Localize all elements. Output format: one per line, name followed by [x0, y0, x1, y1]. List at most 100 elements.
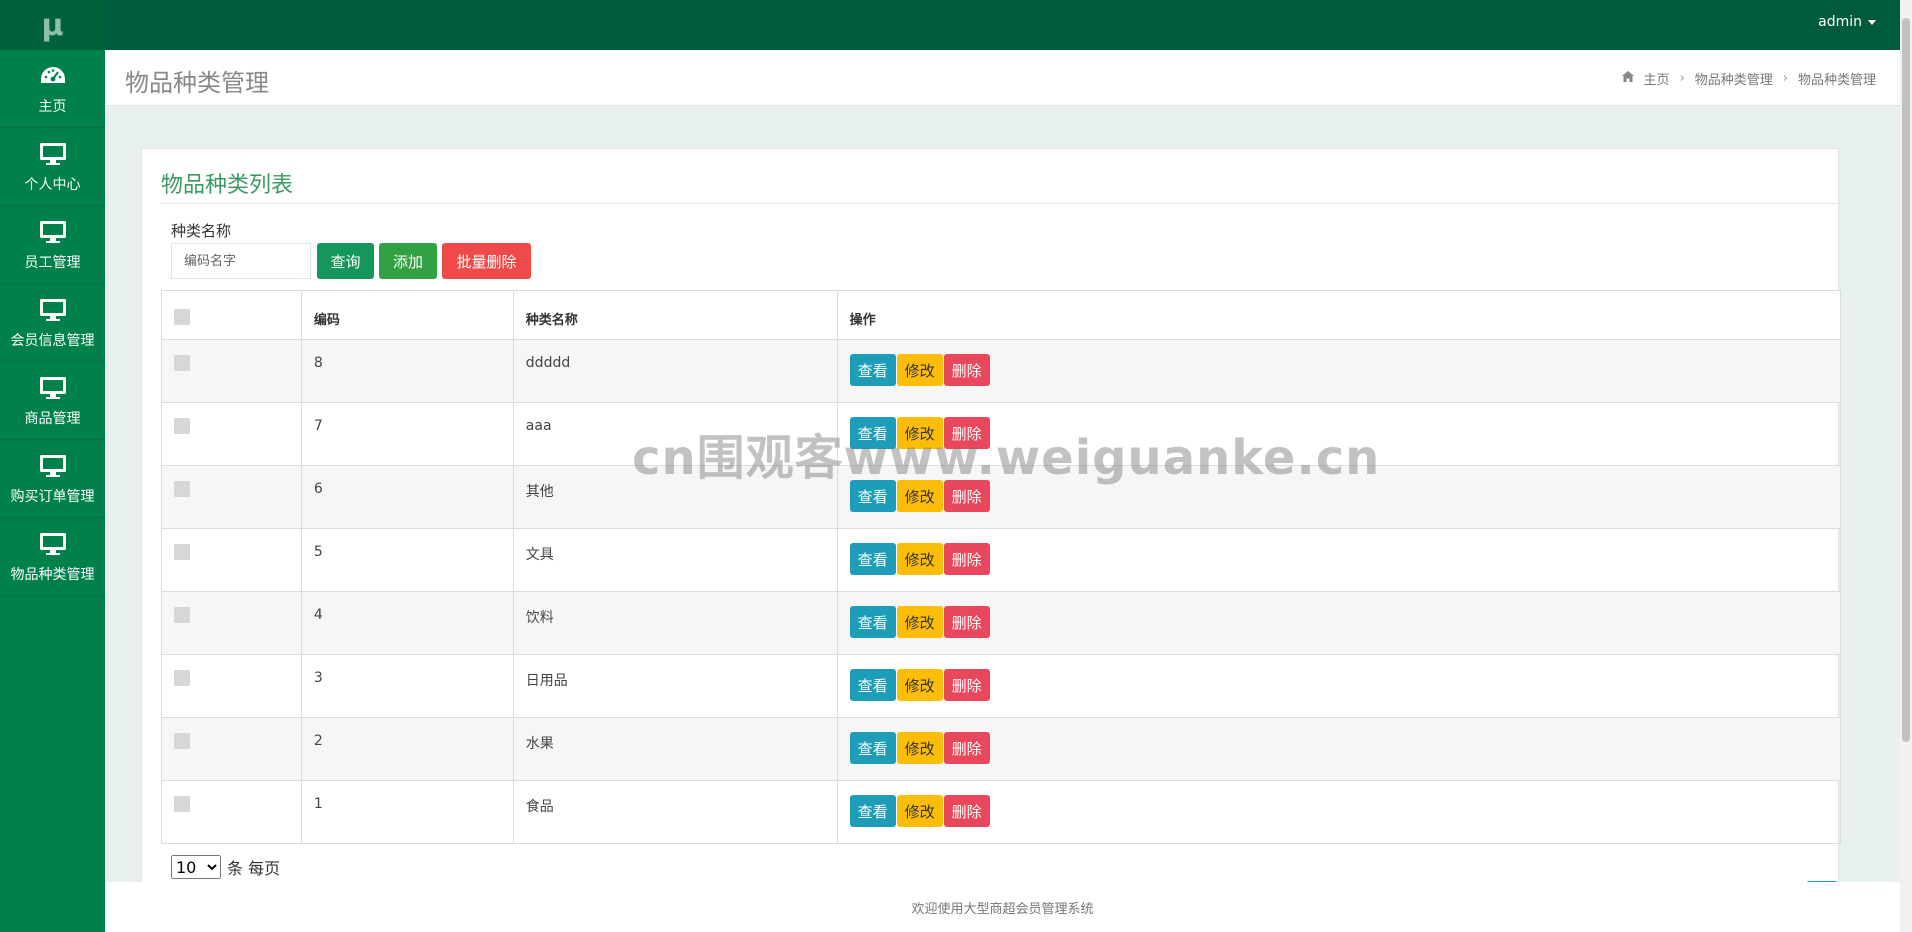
edit-button[interactable]: 修改 — [896, 354, 943, 386]
row-checkbox[interactable] — [174, 733, 190, 749]
page-size-suffix: 条 每页 — [227, 859, 281, 878]
sidebar-item-2[interactable]: 个人中心 — [0, 128, 105, 206]
sidebar-item-6[interactable]: 购买订单管理 — [0, 440, 105, 518]
delete-button[interactable]: 删除 — [943, 795, 990, 827]
monitor-icon — [37, 296, 69, 324]
sidebar-item-4[interactable]: 会员信息管理 — [0, 284, 105, 362]
row-select-cell — [161, 339, 302, 403]
chevron-right-icon: › — [1782, 71, 1788, 86]
breadcrumb-home[interactable]: 主页 — [1644, 69, 1670, 88]
edit-button[interactable]: 修改 — [896, 732, 943, 764]
row-checkbox[interactable] — [174, 796, 190, 812]
batch-delete-button[interactable]: 批量删除 — [442, 243, 531, 279]
sidebar-item-label: 个人中心 — [24, 176, 81, 193]
view-button[interactable]: 查看 — [849, 606, 896, 638]
edit-button[interactable]: 修改 — [896, 480, 943, 512]
cell-code: 3 — [300, 654, 514, 718]
monitor-icon — [37, 140, 69, 168]
header-name: 种类名称 — [512, 290, 838, 340]
monitor-icon — [37, 374, 69, 402]
sidebar-item-3[interactable]: 员工管理 — [0, 206, 105, 284]
category-name-input[interactable] — [171, 243, 311, 279]
sidebar-item-label: 主页 — [38, 98, 67, 115]
cell-code: 7 — [300, 402, 514, 466]
row-checkbox[interactable] — [174, 544, 190, 560]
cell-actions: 查看 修改 删除 — [836, 465, 1842, 529]
header-actions: 操作 — [836, 290, 1842, 340]
view-button[interactable]: 查看 — [849, 669, 896, 701]
cell-code: 4 — [300, 591, 514, 655]
table-row: 2 水果 查看 修改 删除 — [161, 717, 1842, 781]
sidebar: μ 主页个人中心员工管理会员信息管理 商品管理购买订单管理 物品种类管理 — [0, 0, 105, 932]
view-button[interactable]: 查看 — [849, 417, 896, 449]
table-row: 8 ddddd 查看 修改 删除 — [161, 339, 1842, 403]
cell-name: 食品 — [512, 780, 838, 844]
sidebar-item-1[interactable]: 主页 — [0, 50, 105, 128]
list-card: 物品种类列表 种类名称 查询 添加 批量删除 编码 种类名称 操作 8ddddd… — [141, 148, 1842, 891]
sidebar-item-5[interactable]: 商品管理 — [0, 362, 105, 440]
sidebar-item-label: 员工管理 — [24, 254, 81, 271]
cell-actions: 查看 修改 删除 — [836, 402, 1842, 466]
home-icon — [1621, 71, 1634, 86]
query-button[interactable]: 查询 — [317, 243, 374, 279]
edit-button[interactable]: 修改 — [896, 417, 943, 449]
filter-label: 种类名称 — [171, 222, 232, 240]
edit-button[interactable]: 修改 — [896, 795, 943, 827]
page-size-select[interactable]: 10 — [171, 855, 221, 879]
row-checkbox[interactable] — [174, 355, 190, 371]
table-row: 3 日用品 查看 修改 删除 — [161, 654, 1842, 718]
row-select-cell — [161, 402, 302, 466]
delete-button[interactable]: 删除 — [943, 606, 990, 638]
cell-name: ddddd — [512, 339, 838, 403]
row-select-cell — [161, 591, 302, 655]
row-checkbox[interactable] — [174, 418, 190, 434]
delete-button[interactable]: 删除 — [943, 543, 990, 575]
table-row: 7 aaa 查看 修改 删除 — [161, 402, 1842, 466]
cell-code: 2 — [300, 717, 514, 781]
select-all-checkbox[interactable] — [174, 309, 190, 325]
scrollbar-thumb[interactable] — [1902, 18, 1910, 742]
add-button[interactable]: 添加 — [379, 243, 437, 279]
cell-name: 饮料 — [512, 591, 838, 655]
cell-actions: 查看 修改 删除 — [836, 780, 1842, 844]
breadcrumb-item[interactable]: 物品种类管理 — [1695, 69, 1773, 88]
app-logo[interactable]: μ — [0, 0, 105, 50]
table-header-row: 编码 种类名称 操作 — [161, 290, 1842, 340]
edit-button[interactable]: 修改 — [896, 543, 943, 575]
content-area: 物品种类列表 种类名称 查询 添加 批量删除 编码 种类名称 操作 8ddddd… — [105, 106, 1900, 891]
category-table: 编码 种类名称 操作 8 ddddd 查看 修改 删除 7 aaa 查看 修改 删除 6 其他 查看 修改… — [161, 290, 1842, 844]
cell-actions: 查看 修改 删除 — [836, 654, 1842, 718]
sidebar-item-label: 购买订单管理 — [10, 488, 95, 505]
view-button[interactable]: 查看 — [849, 354, 896, 386]
page-title: 物品种类管理 — [125, 69, 269, 97]
delete-button[interactable]: 删除 — [943, 669, 990, 701]
scrollbar[interactable] — [1900, 0, 1912, 932]
user-menu[interactable]: admin — [1818, 14, 1876, 30]
delete-button[interactable]: 删除 — [943, 417, 990, 449]
header-code: 编码 — [300, 290, 514, 340]
select-all-header — [161, 290, 302, 340]
page-header: 物品种类管理 主页 › 物品种类管理 › 物品种类管理 — [105, 50, 1900, 106]
view-button[interactable]: 查看 — [849, 795, 896, 827]
delete-button[interactable]: 删除 — [943, 480, 990, 512]
dashboard-icon — [37, 62, 69, 90]
cell-name: 水果 — [512, 717, 838, 781]
monitor-icon — [37, 218, 69, 246]
delete-button[interactable]: 删除 — [943, 354, 990, 386]
view-button[interactable]: 查看 — [849, 480, 896, 512]
edit-button[interactable]: 修改 — [896, 669, 943, 701]
delete-button[interactable]: 删除 — [943, 732, 990, 764]
view-button[interactable]: 查看 — [849, 732, 896, 764]
user-name: admin — [1818, 14, 1862, 30]
monitor-icon — [37, 530, 69, 558]
table-row: 5 文具 查看 修改 删除 — [161, 528, 1842, 592]
view-button[interactable]: 查看 — [849, 543, 896, 575]
cell-code: 1 — [300, 780, 514, 844]
sidebar-item-7[interactable]: 物品种类管理 — [0, 518, 105, 596]
row-checkbox[interactable] — [174, 481, 190, 497]
edit-button[interactable]: 修改 — [896, 606, 943, 638]
sidebar-item-label: 物品种类管理 — [10, 566, 95, 583]
top-bar: admin — [105, 0, 1900, 50]
row-checkbox[interactable] — [174, 607, 190, 623]
row-checkbox[interactable] — [174, 670, 190, 686]
